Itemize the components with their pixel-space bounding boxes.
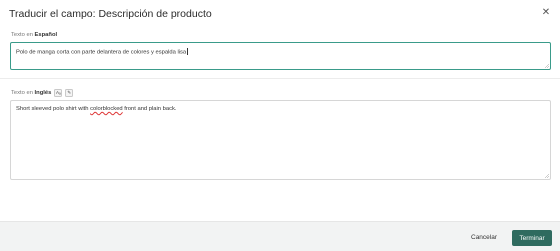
source-label-prefix: Texto en (11, 32, 33, 38)
target-text-value: Short sleeved polo shirt with colorblock… (16, 106, 177, 112)
dialog-title: Traducir el campo: Descripción de produc… (9, 8, 212, 20)
dialog-body: Texto en Español Polo de manga corta con… (0, 30, 560, 221)
auto-translate-icon[interactable]: ✎ (65, 88, 74, 97)
target-text-field[interactable]: Short sleeved polo shirt with colorblock… (10, 100, 551, 180)
source-language: Español (34, 32, 58, 38)
target-label-row: Texto en Inglés Aₐ ✎ (11, 88, 74, 97)
source-text-value: Polo de manga corta con parte delantera … (16, 48, 188, 56)
target-label: Texto en Inglés (11, 90, 51, 96)
source-label: Texto en Español (11, 32, 57, 38)
resize-handle-icon[interactable] (545, 174, 549, 178)
divider (0, 78, 560, 79)
cancel-button[interactable]: Cancelar (471, 234, 497, 241)
dialog-header: Traducir el campo: Descripción de produc… (0, 0, 560, 30)
dialog-footer: Cancelar Terminar (0, 221, 560, 251)
misspelled-word: colorblocked (90, 106, 123, 112)
text-caret (186, 48, 188, 55)
translate-icon[interactable]: Aₐ (54, 88, 63, 97)
target-language: Inglés (34, 89, 52, 96)
finish-button[interactable]: Terminar (512, 230, 552, 246)
resize-handle-icon[interactable] (545, 64, 549, 68)
close-icon[interactable]: ✕ (541, 8, 551, 18)
source-text-field[interactable]: Polo de manga corta con parte delantera … (10, 42, 551, 70)
target-label-prefix: Texto en (11, 89, 33, 96)
